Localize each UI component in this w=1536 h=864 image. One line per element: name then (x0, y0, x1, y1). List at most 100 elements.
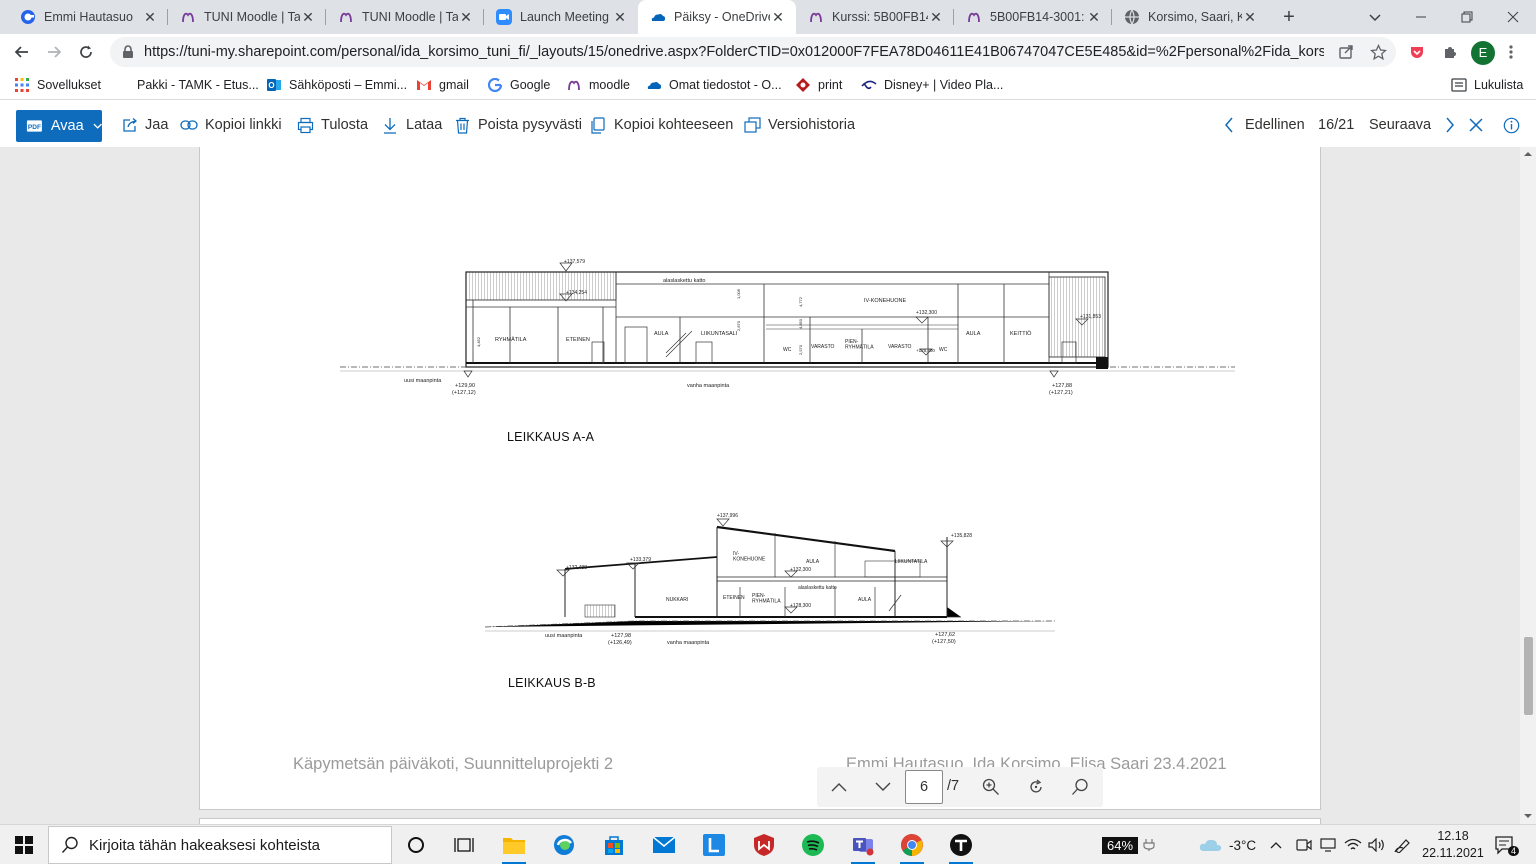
tab-close-icon[interactable]: ✕ (1086, 9, 1102, 26)
reload-icon[interactable] (74, 40, 98, 64)
vertical-scrollbar[interactable] (1520, 147, 1536, 824)
svg-text:PDF: PDF (28, 124, 41, 131)
extensions-puzzle-icon[interactable] (1439, 41, 1461, 63)
gmail-icon (416, 77, 432, 93)
lock-icon[interactable] (122, 45, 134, 59)
print-button[interactable]: Tulosta (296, 115, 368, 135)
previous-button[interactable]: Edellinen (1220, 115, 1305, 135)
battery-indicator[interactable]: 64% (1102, 825, 1156, 864)
pinned-app-t[interactable] (945, 829, 977, 864)
bookmark-print[interactable]: print (795, 76, 842, 94)
copy-link-button[interactable]: Kopioi linkki (180, 115, 282, 135)
tab-close-icon[interactable]: ✕ (458, 9, 474, 26)
next-button[interactable]: Seuraava (1369, 115, 1459, 135)
file-explorer-app[interactable] (498, 829, 530, 864)
share-button[interactable]: Jaa (120, 115, 168, 135)
chrome-app[interactable] (896, 829, 928, 864)
page-number-input[interactable]: 6 (905, 770, 943, 804)
tab-search-chevron-icon[interactable] (1352, 0, 1398, 34)
meet-now-icon[interactable] (1296, 825, 1312, 864)
bookmark-star-icon[interactable] (1367, 41, 1389, 63)
tab-close-icon[interactable]: ✕ (300, 9, 316, 26)
tab-korsimo-saari[interactable]: Korsimo, Saari, Ke ✕ (1112, 0, 1268, 34)
open-button[interactable]: PDF Avaa (16, 110, 102, 142)
bookmark-label: Omat tiedostot - O... (669, 78, 782, 92)
share-page-icon[interactable] (1335, 41, 1357, 63)
tab-paiksy-onedrive[interactable]: Päiksy - OneDrive ✕ (638, 0, 796, 34)
weather-widget[interactable]: -3°C (1199, 825, 1256, 864)
tab-tuni-moodle-2[interactable]: TUNI Moodle | Ta ✕ (326, 0, 484, 34)
address-bar[interactable]: https://tuni-my.sharepoint.com/personal/… (110, 37, 1396, 67)
moodle-icon (810, 12, 822, 23)
tab-title: TUNI Moodle | Ta (362, 10, 458, 24)
tab-close-icon[interactable]: ✕ (142, 9, 158, 26)
spotify-app[interactable] (797, 829, 829, 861)
next-page-button[interactable] (870, 775, 896, 799)
system-clock[interactable]: 12.18 22.11.2021 (1418, 828, 1488, 862)
restore-icon[interactable] (1444, 0, 1490, 34)
info-button[interactable] (1502, 115, 1527, 135)
mail-app[interactable] (648, 829, 680, 861)
tab-kurssi[interactable]: Kurssi: 5B00FB14 ✕ (796, 0, 954, 34)
notification-center-button[interactable]: 4 (1494, 825, 1520, 864)
chevron-left-icon (1220, 116, 1238, 134)
bookmark-pakki[interactable]: Pakki - TAMK - Etus... (137, 76, 259, 94)
tab-emmi-hautasuo[interactable]: Emmi Hautasuo ✕ (8, 0, 168, 34)
taskbar-search-box[interactable]: Kirjoita tähän hakeaksesi kohteista (48, 826, 392, 864)
bookmark-gmail[interactable]: gmail (416, 76, 469, 94)
label-b-liikuntatila: LIIKUNTATILA (895, 559, 928, 565)
tab-5b00fb14-3001[interactable]: 5B00FB14-3001: ✕ (954, 0, 1112, 34)
edge-app[interactable] (548, 829, 580, 861)
delete-permanently-button[interactable]: Poista pysyvästi (453, 115, 582, 135)
bookmark-google[interactable]: Google (487, 76, 550, 94)
reading-list-button[interactable]: Lukulista (1451, 76, 1523, 94)
tab-close-icon[interactable]: ✕ (1242, 9, 1258, 26)
wifi-icon[interactable] (1344, 825, 1362, 864)
tray-chevron-up-icon[interactable] (1270, 825, 1282, 864)
download-button[interactable]: Lataa (381, 115, 442, 135)
tab-tuni-moodle-1[interactable]: TUNI Moodle | Ta ✕ (168, 0, 326, 34)
profile-avatar[interactable]: E (1471, 41, 1495, 65)
start-button[interactable] (8, 829, 40, 861)
chrome-menu-icon[interactable] (1500, 41, 1522, 63)
label-a-dim-4: 4,452 (476, 336, 481, 347)
lucid-app[interactable] (698, 829, 730, 861)
previous-page-button[interactable] (826, 775, 852, 799)
tab-close-icon[interactable]: ✕ (770, 9, 786, 26)
task-view-button[interactable] (448, 829, 480, 861)
volume-icon[interactable] (1368, 825, 1386, 864)
bookmark-omat-tiedostot[interactable]: Omat tiedostot - O... (646, 76, 782, 94)
pen-workspace-icon[interactable] (1394, 825, 1412, 864)
microsoft-store-app[interactable] (598, 829, 630, 861)
version-history-button[interactable]: Versiohistoria (743, 115, 855, 135)
scrollbar-thumb[interactable] (1524, 637, 1533, 715)
label-b-far-left: +132,488 (566, 565, 587, 571)
tab-launch-meeting[interactable]: Launch Meeting ✕ (484, 0, 638, 34)
cortana-button[interactable] (400, 829, 432, 861)
forward-arrow-icon[interactable] (42, 40, 66, 64)
pocket-extension-icon[interactable] (1406, 41, 1428, 63)
device-icon[interactable] (1320, 825, 1336, 864)
copy-to-button[interactable]: Kopioi kohteeseen (589, 115, 733, 135)
onedrive-command-bar: PDF Avaa Jaa Kopioi linkki Tulosta Lataa… (0, 103, 1536, 147)
close-viewer-button[interactable] (1467, 115, 1492, 135)
windows-logo-icon (15, 836, 33, 854)
tab-close-icon[interactable]: ✕ (928, 9, 944, 26)
bookmark-disney[interactable]: Disney+ | Video Pla... (861, 76, 1003, 94)
back-arrow-icon[interactable] (10, 40, 34, 64)
label-a-dim-6: 4,850 (798, 318, 803, 329)
teams-app[interactable] (847, 829, 879, 864)
bookmark-moodle[interactable]: moodle (566, 76, 630, 94)
search-document-button[interactable] (1067, 775, 1093, 799)
zoom-in-button[interactable] (978, 775, 1004, 799)
tab-close-icon[interactable]: ✕ (612, 9, 628, 26)
bookmark-apps[interactable]: Sovellukset (14, 76, 101, 94)
rotate-button[interactable] (1023, 775, 1049, 799)
minimize-icon[interactable] (1398, 0, 1444, 34)
close-window-icon[interactable] (1490, 0, 1536, 34)
bookmark-sahkoposti[interactable]: O Sähköposti – Emmi... (266, 76, 407, 94)
mcafee-app[interactable] (748, 829, 780, 861)
scroll-up-arrow-icon[interactable] (1520, 148, 1536, 160)
new-tab-plus-icon[interactable]: + (1278, 6, 1300, 28)
scroll-down-arrow-icon[interactable] (1520, 810, 1536, 822)
